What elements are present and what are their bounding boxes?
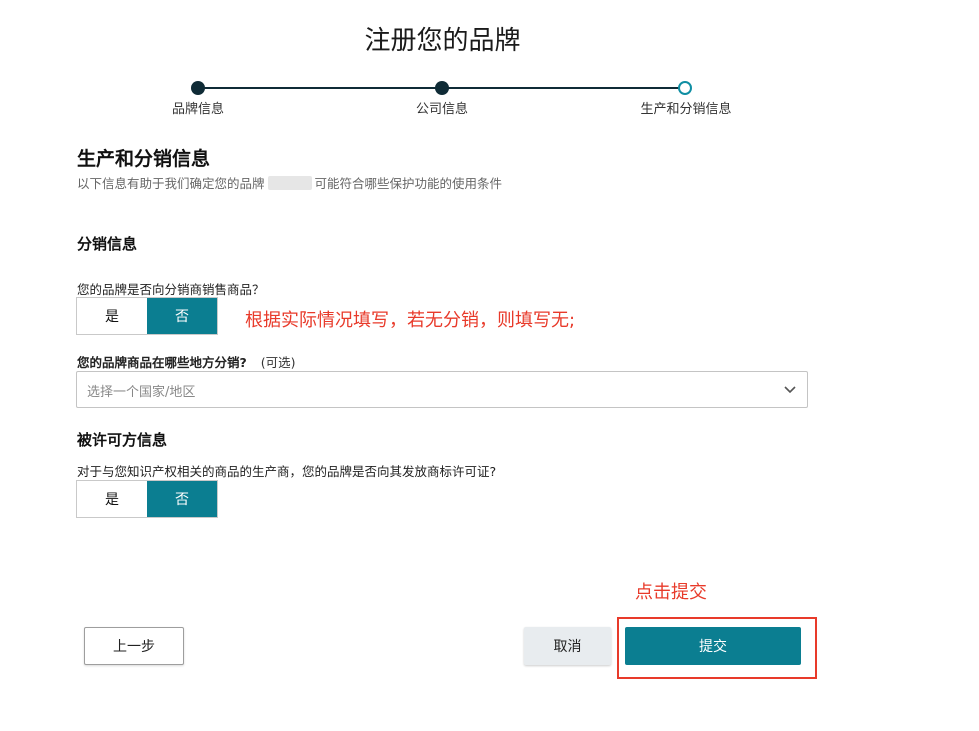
licensor-question: 对于与您知识产权相关的商品的生产商，您的品牌是否向其发放商标许可证? [77, 464, 497, 479]
distribution-heading: 分销信息 [77, 235, 138, 253]
licensor-yes-button[interactable]: 是 [77, 481, 147, 517]
previous-button[interactable]: 上一步 [84, 627, 184, 665]
step-dot-company-info [435, 81, 449, 95]
section-description-prefix: 以下信息有助于我们确定您的品牌 [77, 176, 265, 191]
click-annotation: 点击提交 [635, 582, 707, 603]
country-select[interactable]: 选择一个国家/地区 [76, 371, 808, 408]
step-label-company-info: 公司信息 [415, 102, 468, 117]
cancel-button[interactable]: 取消 [524, 627, 611, 665]
country-select-placeholder: 选择一个国家/地区 [87, 385, 196, 400]
fill-annotation: 根据实际情况填写，若无分销，则填写无; [245, 310, 576, 331]
step-dot-brand-info [191, 81, 205, 95]
step-label-distribution-info: 生产和分销信息 [640, 102, 732, 117]
redacted-brand-name [267, 176, 312, 190]
section-description-suffix: 可能符合哪些保护功能的使用条件 [314, 176, 503, 191]
licensor-toggle: 是 否 [76, 480, 218, 518]
chevron-down-icon [784, 386, 796, 394]
optional-hint: (可选) [260, 355, 296, 370]
page-title: 注册您的品牌 [364, 26, 521, 56]
distribution-yes-button[interactable]: 是 [77, 298, 147, 334]
submit-button[interactable]: 提交 [625, 627, 801, 665]
distribution-where-text: 您的品牌商品在哪些地方分销? [77, 355, 247, 370]
step-label-brand-info: 品牌信息 [171, 102, 224, 117]
licensor-no-button[interactable]: 否 [147, 481, 217, 517]
distribution-where-label: 您的品牌商品在哪些地方分销? (可选) [77, 352, 296, 371]
step-dot-distribution-info [678, 81, 692, 95]
section-title: 生产和分销信息 [77, 148, 211, 170]
distribution-question: 您的品牌是否向分销商销售商品？ [77, 282, 265, 297]
distribution-no-button[interactable]: 否 [147, 298, 217, 334]
section-description: 以下信息有助于我们确定您的品牌 可能符合哪些保护功能的使用条件 [77, 173, 502, 192]
distribution-toggle: 是 否 [76, 297, 218, 335]
licensor-heading: 被许可方信息 [77, 431, 168, 449]
